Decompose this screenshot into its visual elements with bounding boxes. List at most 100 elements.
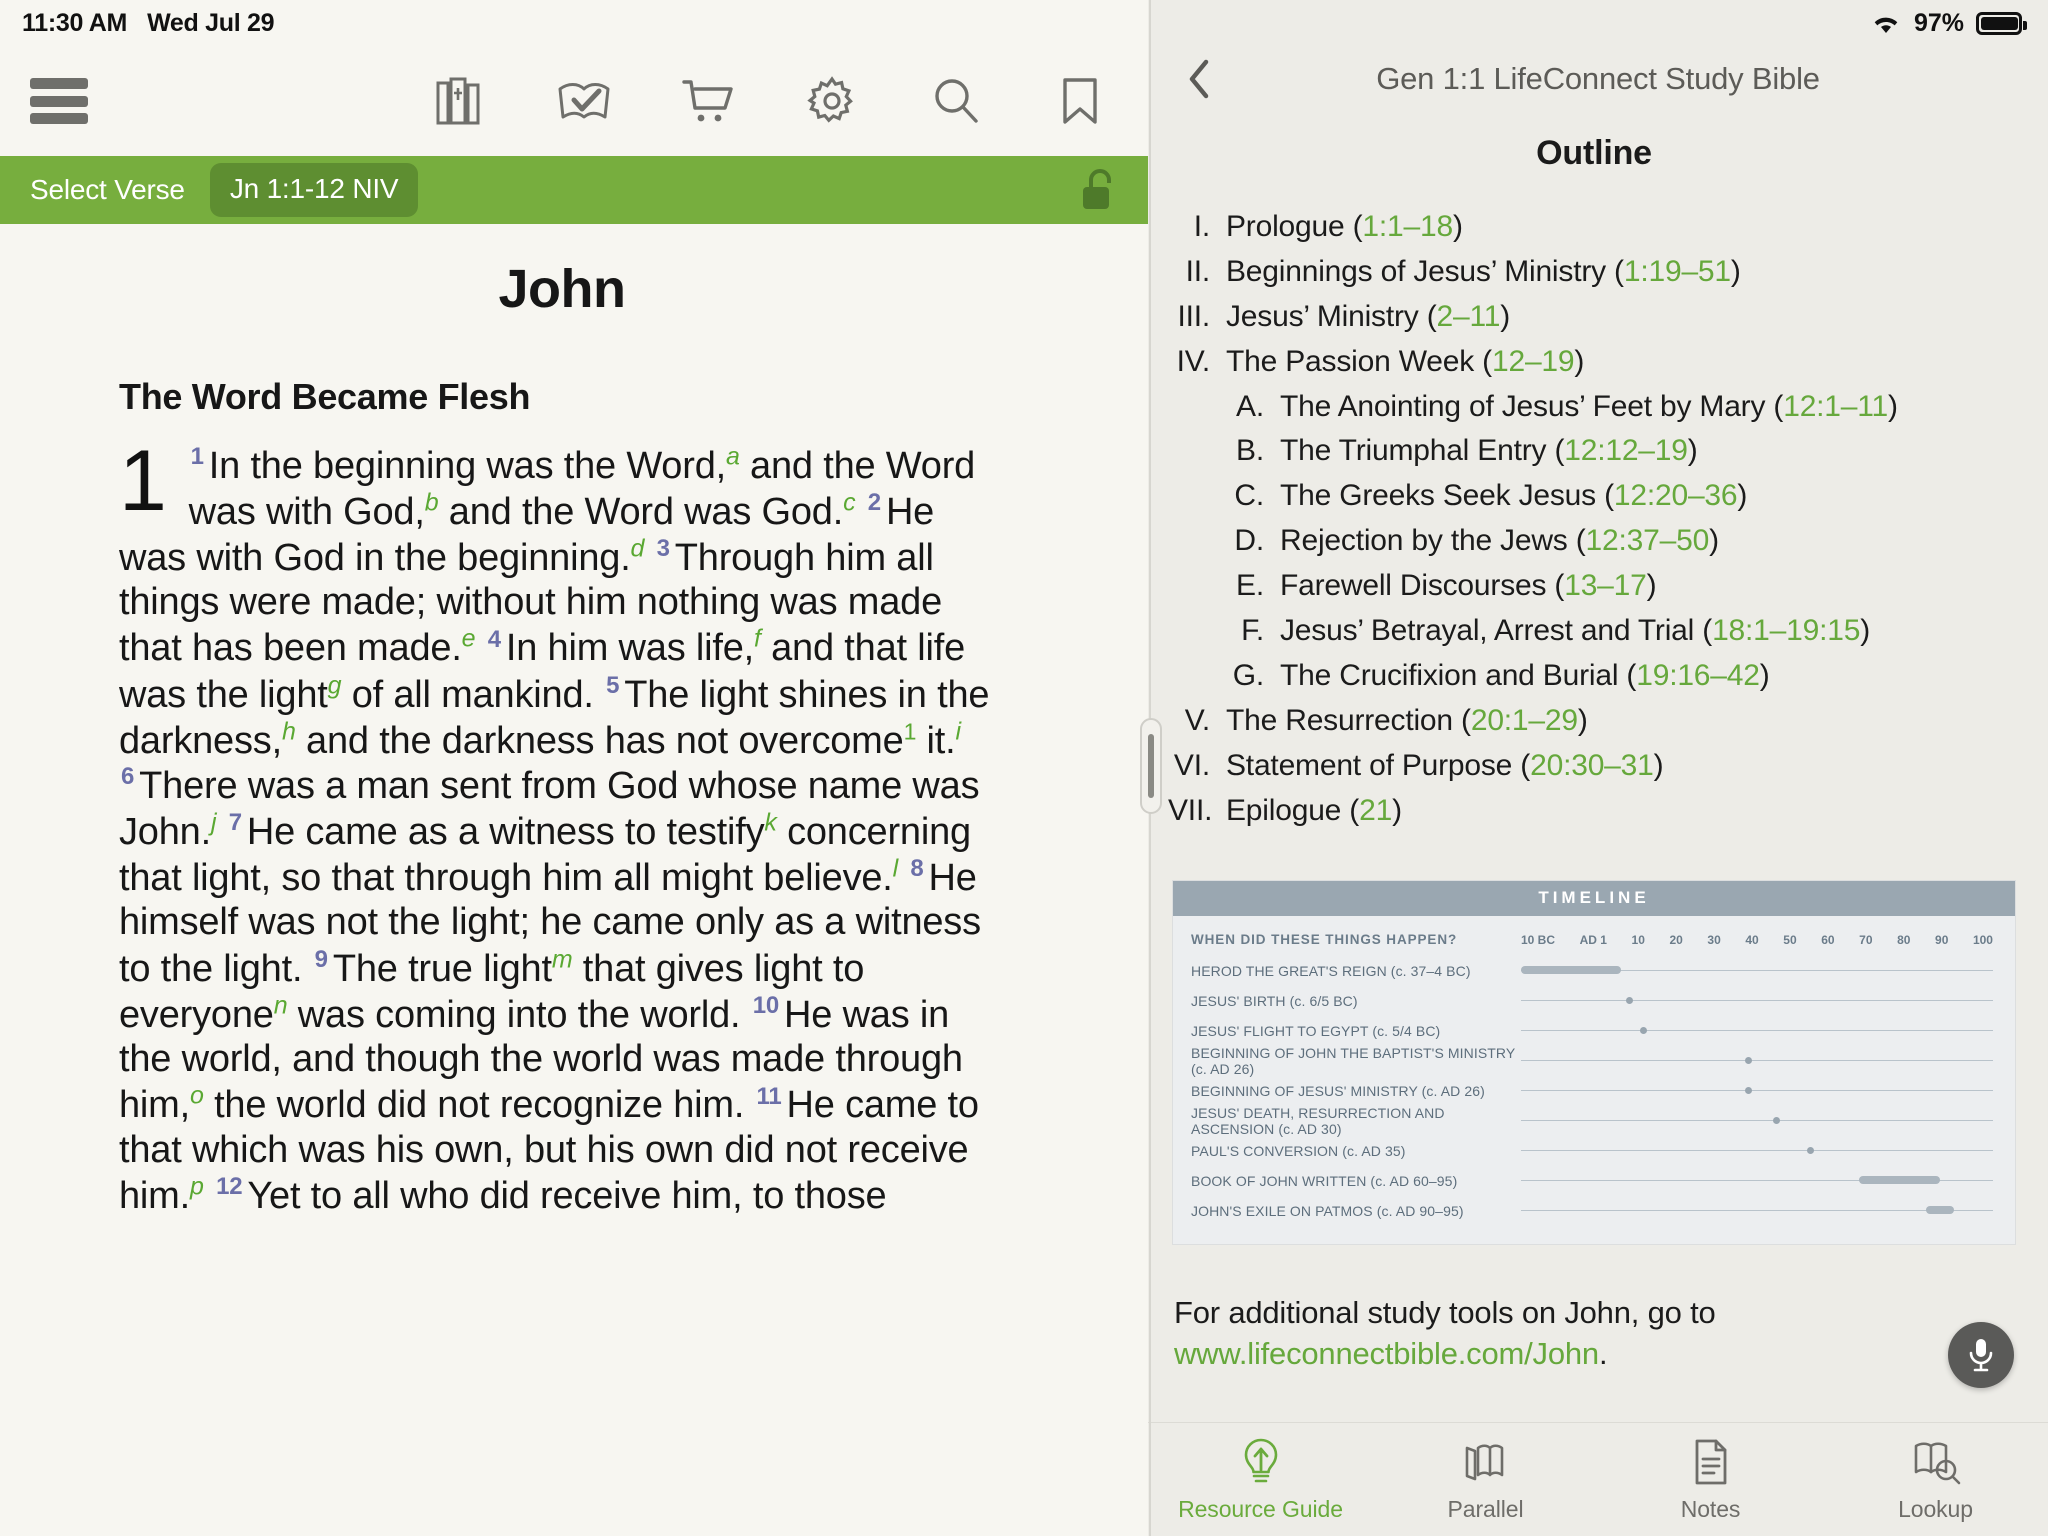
timeline-scale-tick: 10 BC (1521, 932, 1556, 947)
footnote-marker[interactable]: i (956, 717, 962, 745)
timeline-graphic[interactable]: TIMELINE WHEN DID THESE THINGS HAPPEN? 1… (1172, 880, 2016, 1246)
outline-item[interactable]: VI. Statement of Purpose (20:30–31) (1168, 746, 2020, 786)
verse-number[interactable]: 7 (227, 809, 247, 836)
timeline-track (1521, 1136, 1997, 1166)
footnote-marker[interactable]: e (462, 625, 476, 653)
footnote-marker[interactable]: p (190, 1172, 204, 1200)
bible-reader-pane: 11:30 AM Wed Jul 29 Select Verse Jn 1:1-… (0, 0, 1148, 1536)
outline-scripture-ref[interactable]: 19:16–42 (1636, 659, 1760, 692)
library-books-icon[interactable] (432, 73, 488, 129)
verse-number[interactable]: 3 (655, 535, 675, 562)
footnote-marker[interactable]: k (764, 808, 777, 836)
timeline-row: JESUS' BIRTH (c. 6/5 BC) (1191, 986, 1997, 1016)
unlocked-padlock-icon[interactable] (1070, 162, 1126, 218)
outline-scripture-ref[interactable]: 12–19 (1492, 345, 1575, 378)
verse-number[interactable]: 11 (755, 1083, 787, 1110)
outline-item-number: VII. (1168, 793, 1213, 827)
outline-item-title: Rejection by the Jews ( (1280, 524, 1586, 558)
timeline-track (1521, 1106, 1997, 1136)
verse-number[interactable]: 2 (866, 489, 886, 516)
verse-text: it. (916, 719, 956, 762)
split-view-drag-handle[interactable] (1140, 718, 1162, 814)
outline-scripture-ref[interactable]: 2–11 (1437, 300, 1501, 333)
outline-scripture-ref[interactable]: 12:37–50 (1586, 524, 1710, 557)
verse-number[interactable]: 10 (751, 992, 784, 1019)
outline-item[interactable]: A. The Anointing of Jesus’ Feet by Mary (… (1168, 387, 2020, 427)
verse-number[interactable]: 1 (189, 443, 209, 470)
outline-item[interactable]: D. Rejection by the Jews (12:37–50) (1168, 521, 2020, 561)
timeline-row: BEGINNING OF JESUS' MINISTRY (c. AD 26) (1191, 1076, 1997, 1106)
outline-scripture-ref[interactable]: 13–17 (1564, 569, 1647, 602)
bible-text-scroll[interactable]: John The Word Became Flesh 1 1 In the beg… (0, 258, 1148, 1536)
verse-number[interactable]: 5 (604, 672, 624, 699)
footnote-marker[interactable]: n (274, 991, 288, 1019)
timeline-scale-row: WHEN DID THESE THINGS HAPPEN? 10 BC AD 11… (1191, 932, 1997, 947)
outline-item-title: The Resurrection ( (1226, 703, 1471, 737)
footnote-marker[interactable]: a (726, 442, 740, 470)
outline-scripture-ref[interactable]: 1:19–51 (1624, 255, 1731, 288)
tab-lookup[interactable]: Lookup (1823, 1437, 2048, 1523)
outline-item[interactable]: G. The Crucifixion and Burial (19:16–42) (1168, 656, 2020, 696)
verse-number[interactable]: 6 (119, 763, 139, 790)
lifeconnect-link[interactable]: www.lifeconnectbible.com/John (1174, 1336, 1599, 1371)
timeline-scale-labels: 10 BC AD 1 10 20 30 40 50 60 70 80 90 100 (1521, 933, 1997, 947)
outline-item-label: The Anointing of Jesus’ Feet by Mary (12… (1280, 387, 2020, 427)
search-magnifier-icon[interactable] (928, 73, 984, 129)
outline-item[interactable]: I. Prologue (1:1–18) (1168, 207, 2020, 247)
verse-number[interactable]: 4 (486, 626, 506, 653)
tab-notes[interactable]: Notes (1598, 1437, 1823, 1523)
outline-item[interactable]: VII. Epilogue (21) (1168, 791, 2020, 831)
outline-item-tail: ) (1500, 299, 1511, 333)
verse-number[interactable]: 9 (313, 946, 333, 973)
outline-scripture-ref[interactable]: 12:1–11 (1783, 390, 1888, 423)
reading-plan-check-icon[interactable] (556, 73, 612, 129)
outline-item[interactable]: F. Jesus’ Betrayal, Arrest and Trial (18:… (1168, 611, 2020, 651)
timeline-row-label: PAUL'S CONVERSION (c. AD 35) (1191, 1143, 1406, 1160)
verse-number[interactable]: 12 (214, 1173, 247, 1200)
outline-scripture-ref[interactable]: 21 (1359, 794, 1392, 827)
hamburger-menu-icon[interactable] (30, 78, 90, 124)
select-verse-label: Select Verse (30, 174, 185, 205)
outline-item[interactable]: B. The Triumphal Entry (12:12–19) (1168, 431, 2020, 471)
outline-item[interactable]: C. The Greeks Seek Jesus (12:20–36) (1168, 476, 2020, 516)
footnote-marker[interactable]: c (843, 488, 856, 516)
outline-scripture-ref[interactable]: 12:12–19 (1564, 434, 1688, 467)
tab-resource-guide[interactable]: Resource Guide (1148, 1437, 1373, 1523)
outline-scripture-ref[interactable]: 18:1–19:15 (1712, 614, 1860, 647)
footnote-marker[interactable]: l (893, 854, 899, 882)
outline-item[interactable]: V. The Resurrection (20:1–29) (1168, 701, 2020, 741)
footnote-marker[interactable]: b (425, 488, 439, 516)
timeline-scale-tick: 30 (1707, 932, 1721, 947)
footnote-marker[interactable]: h (282, 717, 296, 745)
study-panel-scroll[interactable]: Outline I. Prologue (1:1–18) II. Beginnings… (1148, 112, 2048, 1422)
outline-item[interactable]: III. Jesus’ Ministry (2–11) (1168, 297, 2020, 337)
verse-number[interactable]: 8 (908, 855, 928, 882)
timeline-scale-tick: 40 (1745, 932, 1759, 947)
outline-scripture-ref[interactable]: 1:1–18 (1362, 210, 1453, 243)
footnote-marker[interactable]: d (631, 534, 645, 562)
outline-item[interactable]: II. Beginnings of Jesus’ Ministry (1:19–5… (1168, 252, 2020, 292)
back-chevron-icon[interactable] (1176, 56, 1222, 102)
chapter-text[interactable]: 1 1 In the beginning was the Word,a and t… (0, 438, 1124, 1218)
tab-parallel[interactable]: Parallel (1373, 1437, 1598, 1523)
footnote-marker[interactable]: j (211, 808, 217, 836)
outline-item[interactable]: IV. The Passion Week (12–19) (1168, 342, 2020, 382)
timeline-header: TIMELINE (1173, 881, 2015, 917)
shopping-cart-icon[interactable] (680, 73, 736, 129)
verse-reference-chip[interactable]: Jn 1:1-12 NIV (209, 163, 419, 217)
outline-scripture-ref[interactable]: 20:30–31 (1530, 749, 1654, 782)
verse-text: and the darkness has not overcome (295, 719, 904, 762)
outline-scripture-ref[interactable]: 20:1–29 (1471, 704, 1578, 737)
outline-item-tail: ) (1574, 344, 1585, 378)
footnote-marker[interactable]: o (190, 1082, 204, 1110)
outline-item[interactable]: E. Farewell Discourses (13–17) (1168, 566, 2020, 606)
footnote-marker[interactable]: f (754, 625, 761, 653)
footnote-marker[interactable]: 1 (904, 718, 917, 744)
bookmark-icon[interactable] (1052, 73, 1108, 129)
footnote-marker[interactable]: g (328, 671, 342, 699)
microphone-icon[interactable] (1948, 1322, 2014, 1388)
outline-item-title: The Greeks Seek Jesus ( (1280, 479, 1614, 513)
footnote-marker[interactable]: m (552, 945, 573, 973)
outline-scripture-ref[interactable]: 12:20–36 (1614, 479, 1738, 512)
gear-settings-icon[interactable] (804, 73, 860, 129)
